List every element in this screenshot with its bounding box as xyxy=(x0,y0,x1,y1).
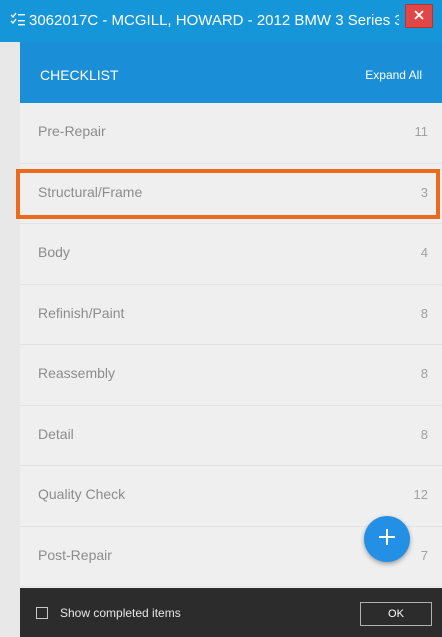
list-item[interactable]: Body 4 xyxy=(20,224,442,285)
item-label: Body xyxy=(38,244,70,260)
item-label: Detail xyxy=(38,425,74,442)
item-label: Structural/Frame xyxy=(38,183,143,200)
page-title: CHECKLIST xyxy=(40,67,119,83)
list-item[interactable]: Structural/Frame 3 xyxy=(20,164,442,224)
item-label: Reassembly xyxy=(38,365,116,381)
item-count: 12 xyxy=(413,487,428,502)
item-count: 7 xyxy=(420,547,428,563)
ok-button[interactable]: OK xyxy=(360,602,432,626)
item-label: Quality Check xyxy=(38,486,126,502)
item-count: 3 xyxy=(420,184,428,200)
list-item[interactable]: Refinish/Paint 8 xyxy=(20,285,442,345)
list-item[interactable]: Reassembly 8 xyxy=(20,345,442,406)
item-count: 8 xyxy=(420,426,428,442)
list-item[interactable]: Pre-Repair 11 xyxy=(20,103,442,164)
show-completed-checkbox[interactable] xyxy=(36,607,48,619)
plus-icon xyxy=(376,526,398,553)
footer-bar: Show completed items OK xyxy=(20,588,442,637)
item-count: 11 xyxy=(414,124,429,139)
checklist-window: 3062017C - MCGILL, HOWARD - 2012 BMW 3 S… xyxy=(0,0,442,637)
checklist-list: Pre-Repair 11 Structural/Frame 3 Body 4 … xyxy=(20,103,442,588)
show-completed-label: Show completed items xyxy=(60,606,181,620)
list-item[interactable]: Detail 8 xyxy=(20,406,442,466)
add-item-button[interactable] xyxy=(364,516,410,562)
checklist-icon xyxy=(10,11,26,27)
window-title: 3062017C - MCGILL, HOWARD - 2012 BMW 3 S… xyxy=(29,12,399,29)
item-count: 8 xyxy=(420,305,428,321)
item-count: 8 xyxy=(420,366,428,381)
expand-all-button[interactable]: Expand All xyxy=(365,68,422,82)
item-count: 4 xyxy=(420,245,428,260)
title-bar: 3062017C - MCGILL, HOWARD - 2012 BMW 3 S… xyxy=(0,0,442,42)
close-button[interactable] xyxy=(405,4,433,28)
close-icon xyxy=(414,7,424,25)
item-label: Pre-Repair xyxy=(38,123,106,139)
item-label: Post-Repair xyxy=(38,546,112,563)
item-label: Refinish/Paint xyxy=(38,304,125,321)
checklist-header: CHECKLIST Expand All xyxy=(20,42,442,103)
